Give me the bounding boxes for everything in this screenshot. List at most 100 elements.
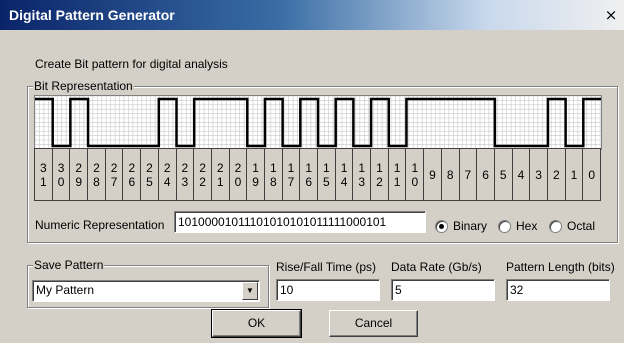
bit-cell-14[interactable]: 14 xyxy=(334,148,354,201)
bit-cell-digit: 1 xyxy=(393,174,401,189)
bit-cell-4[interactable]: 4 xyxy=(511,148,531,201)
bit-cell-9[interactable]: 9 xyxy=(423,148,442,201)
bit-cell-digit: 6 xyxy=(482,167,489,182)
octal-radio-label[interactable]: Octal xyxy=(567,219,595,233)
window-title: Digital Pattern Generator xyxy=(9,7,175,23)
numeric-representation-label: Numeric Representation xyxy=(35,218,165,232)
bit-cell-digit: 1 xyxy=(252,160,259,175)
bit-cell-digit: 2 xyxy=(146,160,153,175)
bit-cell-digit: 5 xyxy=(323,174,330,189)
bit-cell-3[interactable]: 3 xyxy=(529,148,548,201)
bit-cell-0[interactable]: 0 xyxy=(582,148,601,201)
octal-radio[interactable] xyxy=(549,220,562,233)
bit-cell-digit: 2 xyxy=(552,167,560,182)
rise-fall-label: Rise/Fall Time (ps) xyxy=(276,260,376,274)
cancel-button[interactable]: Cancel xyxy=(329,310,418,337)
bit-cell-21[interactable]: 21 xyxy=(210,148,230,201)
bit-cell-26[interactable]: 26 xyxy=(122,148,142,201)
bit-cell-5[interactable]: 5 xyxy=(493,148,513,201)
bit-cell-16[interactable]: 16 xyxy=(299,148,318,201)
bit-cell-digit: 0 xyxy=(57,174,65,189)
bit-cell-digit: 4 xyxy=(517,167,525,182)
description-text: Create Bit pattern for digital analysis xyxy=(35,57,228,71)
bit-cell-digit: 3 xyxy=(57,160,65,175)
rise-fall-input[interactable] xyxy=(276,279,380,301)
bit-cell-digit: 3 xyxy=(358,174,366,189)
bit-cell-27[interactable]: 27 xyxy=(104,148,124,201)
close-icon[interactable]: × xyxy=(604,8,618,23)
bit-cell-digit: 0 xyxy=(234,174,242,189)
bit-cell-digit: 2 xyxy=(110,160,118,175)
bit-cell-18[interactable]: 18 xyxy=(263,148,283,201)
bit-cell-11[interactable]: 11 xyxy=(387,148,407,201)
bit-cell-digit: 3 xyxy=(181,174,189,189)
bit-cell-23[interactable]: 23 xyxy=(175,148,195,201)
pattern-length-input[interactable] xyxy=(506,279,610,301)
bit-cell-digit: 1 xyxy=(305,160,312,175)
bit-cell-7[interactable]: 7 xyxy=(458,148,478,201)
bit-cell-digit: 6 xyxy=(305,174,312,189)
bit-cell-digit: 2 xyxy=(199,160,206,175)
bit-cell-digit: 7 xyxy=(464,167,472,182)
bit-cell-30[interactable]: 30 xyxy=(51,148,71,201)
bit-cell-digit: 1 xyxy=(376,160,383,175)
bit-cell-digit: 4 xyxy=(163,174,171,189)
bit-cell-digit: 2 xyxy=(216,160,224,175)
bit-cell-22[interactable]: 22 xyxy=(193,148,212,201)
bit-cell-28[interactable]: 28 xyxy=(87,148,106,201)
chevron-down-icon[interactable]: ▼ xyxy=(242,282,258,300)
bit-cell-digit: 2 xyxy=(128,160,136,175)
title-bar: Digital Pattern Generator × xyxy=(0,0,624,30)
bit-cell-digit: 2 xyxy=(234,160,242,175)
bit-cell-digit: 2 xyxy=(181,160,189,175)
bit-cell-digit: 5 xyxy=(146,174,153,189)
numeric-representation-input[interactable] xyxy=(174,211,426,233)
bit-cell-digit: 1 xyxy=(269,160,277,175)
bit-cell-8[interactable]: 8 xyxy=(440,148,460,201)
ok-button[interactable]: OK xyxy=(211,309,302,338)
bit-cell-25[interactable]: 25 xyxy=(140,148,159,201)
hex-radio-label[interactable]: Hex xyxy=(516,219,537,233)
waveform-svg xyxy=(34,95,601,150)
bit-cell-digit: 2 xyxy=(199,174,206,189)
data-rate-input[interactable] xyxy=(391,279,495,301)
bit-cell-2[interactable]: 2 xyxy=(546,148,566,201)
save-pattern-selected: My Pattern xyxy=(36,283,95,297)
bit-cell-6[interactable]: 6 xyxy=(476,148,495,201)
bit-cell-digit: 1 xyxy=(340,160,348,175)
bit-cell-17[interactable]: 17 xyxy=(281,148,301,201)
bit-cell-29[interactable]: 29 xyxy=(69,148,89,201)
bit-index-row: 3130292827262524232221201918171615141312… xyxy=(34,148,601,202)
binary-radio-label[interactable]: Binary xyxy=(453,219,487,233)
bit-cell-digit: 9 xyxy=(75,174,83,189)
save-pattern-select[interactable]: My Pattern ▼ xyxy=(32,280,260,302)
bit-cell-digit: 3 xyxy=(40,160,47,175)
bit-cell-digit: 9 xyxy=(252,174,259,189)
bit-cell-24[interactable]: 24 xyxy=(157,148,177,201)
bit-cell-15[interactable]: 15 xyxy=(317,148,336,201)
bit-cell-10[interactable]: 10 xyxy=(405,148,425,201)
bit-representation-title: Bit Representation xyxy=(33,79,134,93)
bit-cell-20[interactable]: 20 xyxy=(228,148,248,201)
bit-cell-digit: 8 xyxy=(446,167,454,182)
bit-cell-digit: 0 xyxy=(411,174,419,189)
bit-cell-12[interactable]: 12 xyxy=(370,148,389,201)
bit-cell-digit: 4 xyxy=(340,174,348,189)
bit-cell-digit: 1 xyxy=(358,160,366,175)
waveform-panel[interactable] xyxy=(34,95,602,150)
binary-radio[interactable] xyxy=(435,220,448,233)
bit-cell-digit: 1 xyxy=(393,160,401,175)
bit-cell-digit: 2 xyxy=(93,160,100,175)
bit-cell-digit: 6 xyxy=(128,174,136,189)
hex-radio[interactable] xyxy=(498,220,511,233)
bit-cell-13[interactable]: 13 xyxy=(352,148,372,201)
bit-cell-digit: 7 xyxy=(110,174,118,189)
bit-cell-digit: 8 xyxy=(269,174,277,189)
bit-cell-digit: 2 xyxy=(376,174,383,189)
bit-cell-digit: 1 xyxy=(323,160,330,175)
bit-cell-digit: 1 xyxy=(216,174,224,189)
bit-cell-19[interactable]: 19 xyxy=(246,148,265,201)
data-rate-label: Data Rate (Gb/s) xyxy=(391,260,482,274)
bit-cell-31[interactable]: 31 xyxy=(34,148,53,201)
bit-cell-1[interactable]: 1 xyxy=(564,148,584,201)
